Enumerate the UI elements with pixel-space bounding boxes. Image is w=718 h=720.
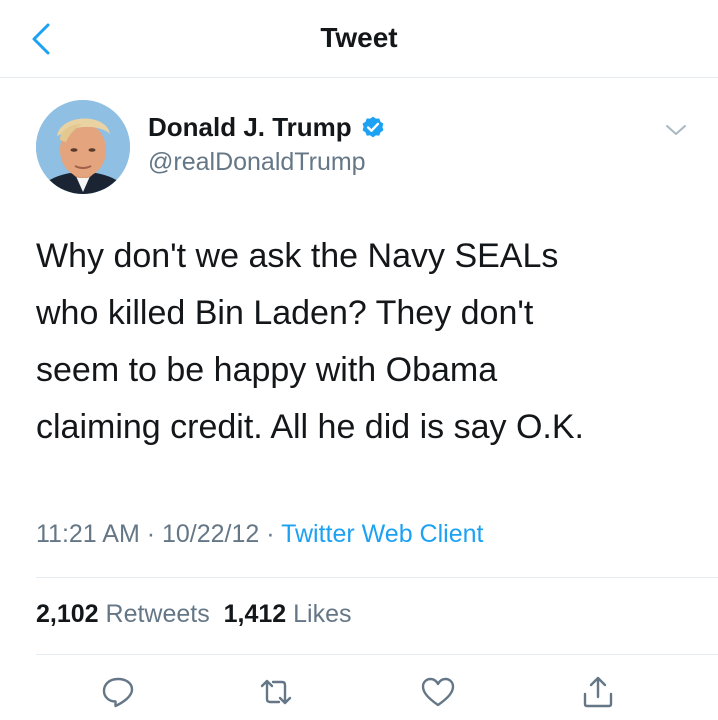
action-bar	[0, 672, 718, 712]
tweet-header: Donald J. Trump @realDonaldTrump	[0, 78, 718, 208]
tweet-date: 10/22/12	[162, 520, 260, 548]
profile-photo	[36, 100, 130, 194]
tweet-metadata: 11:21 AM · 10/22/12 · Twitter Web Client	[36, 520, 483, 549]
tweet-time: 11:21 AM	[36, 520, 140, 548]
navigation-bar: Tweet	[0, 0, 718, 78]
client-link[interactable]: Twitter Web Client	[281, 520, 483, 548]
divider	[36, 577, 718, 578]
tweet-stats: 2,102 Retweets 1,412 Likes	[36, 600, 352, 629]
chevron-down-icon[interactable]	[664, 122, 688, 138]
retweets-stat[interactable]: 2,102 Retweets	[36, 600, 210, 628]
like-icon[interactable]	[420, 674, 456, 710]
retweets-count: 2,102	[36, 600, 99, 628]
verified-badge-icon	[362, 116, 384, 137]
likes-count: 1,412	[223, 600, 287, 628]
tweet-text-line: who killed Bin Laden? They don't	[36, 294, 534, 332]
avatar[interactable]	[36, 100, 130, 194]
separator-dot: ·	[259, 520, 282, 548]
share-icon[interactable]	[580, 674, 616, 710]
author-name-row: Donald J. Trump	[148, 112, 386, 143]
tweet-text: Why don't we ask the Navy SEALs who kill…	[36, 228, 676, 456]
separator-dot: ·	[139, 520, 162, 548]
likes-label: Likes	[293, 600, 352, 628]
tweet-text-line: Why don't we ask the Navy SEALs	[36, 237, 559, 275]
divider	[36, 654, 718, 655]
page-title: Tweet	[320, 22, 398, 53]
likes-stat[interactable]: 1,412 Likes	[224, 600, 352, 628]
author-name[interactable]: Donald J. Trump	[148, 112, 352, 143]
retweet-icon[interactable]	[258, 674, 294, 710]
tweet-text-line: claiming credit. All he did is say O.K.	[36, 408, 585, 446]
reply-icon[interactable]	[100, 674, 136, 710]
author-handle[interactable]: @realDonaldTrump	[148, 148, 366, 177]
tweet-text-line: seem to be happy with Obama	[36, 351, 498, 389]
retweets-label: Retweets	[105, 600, 210, 628]
